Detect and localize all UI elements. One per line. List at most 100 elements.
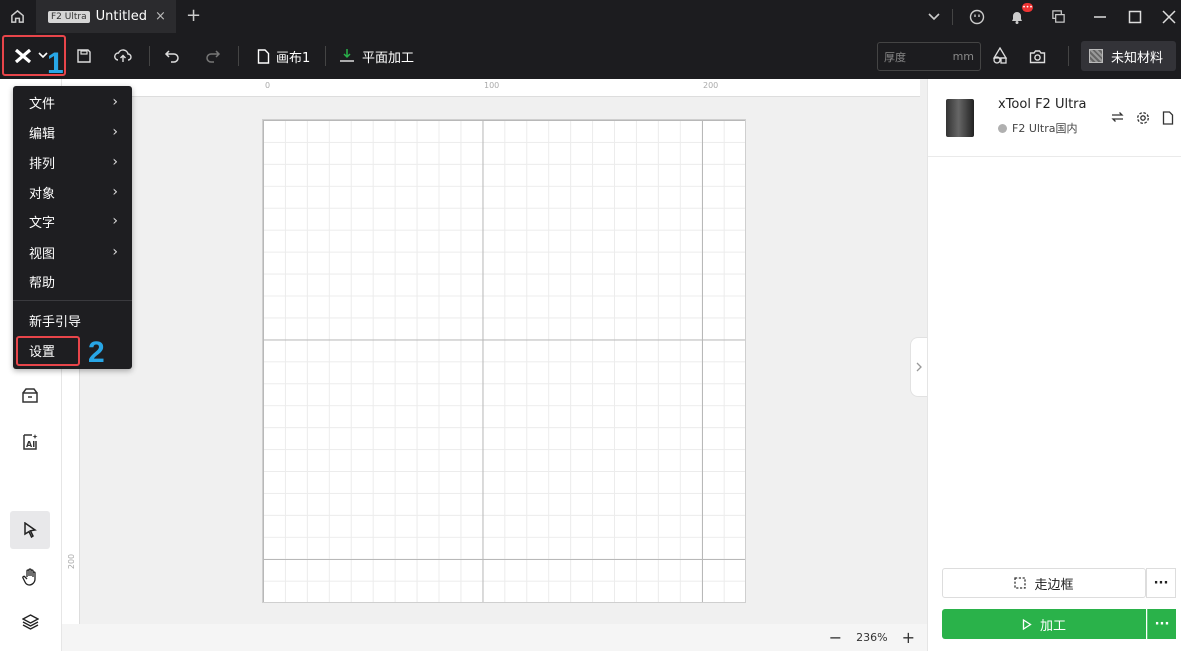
frame-button[interactable]: 走边框 — [942, 568, 1146, 598]
feedback-button[interactable] — [964, 0, 990, 33]
process-button[interactable]: 加工 — [942, 609, 1146, 639]
menu-item-label: 对象 — [29, 186, 56, 202]
menu-item-label: 视图 — [29, 246, 56, 262]
xtool-logo-icon — [14, 48, 32, 63]
menu-item-object[interactable]: 对象 › — [13, 177, 132, 207]
material-library-button[interactable] — [10, 376, 50, 414]
smiley-icon — [969, 9, 985, 24]
switch-device-icon[interactable] — [1111, 111, 1124, 123]
chevron-down-icon — [928, 12, 940, 20]
close-icon — [1162, 9, 1176, 24]
ai-image-button[interactable]: AI — [10, 423, 50, 461]
new-tab-button[interactable]: + — [186, 5, 201, 26]
laser-flat-icon — [340, 49, 354, 62]
measure-shapes-icon — [992, 47, 1008, 64]
settings-highlight — [16, 336, 80, 366]
device-name: xTool F2 Ultra — [998, 97, 1087, 112]
chevron-right-icon: › — [112, 213, 118, 229]
undo-button[interactable] — [164, 33, 180, 79]
work-area[interactable] — [262, 119, 746, 603]
right-panel: xTool F2 Ultra F2 Ultra国内 走边框 ··· 加工 ··· — [927, 79, 1181, 651]
step-1-annotation: 1 — [47, 47, 64, 80]
mode-label: 平面加工 — [362, 50, 415, 66]
panel-collapse-button[interactable] — [910, 337, 927, 397]
ruler-top: 0 100 200 — [62, 79, 920, 97]
windows-icon — [1051, 10, 1065, 23]
camera-icon — [1029, 49, 1046, 63]
process-more-button[interactable]: ··· — [1147, 609, 1176, 639]
cloud-upload-button[interactable] — [114, 33, 132, 79]
frame-label: 走边框 — [1034, 577, 1074, 593]
close-window-button[interactable] — [1157, 0, 1181, 33]
select-tool[interactable] — [10, 511, 50, 549]
save-button[interactable] — [76, 33, 92, 79]
zoom-control: − 236% + — [829, 628, 915, 647]
menu-item-view[interactable]: 视图 › — [13, 237, 132, 267]
device-file-icon[interactable] — [1162, 111, 1174, 125]
divider — [952, 9, 953, 25]
zoom-value: 236% — [856, 631, 888, 644]
thickness-input[interactable]: 厚度 mm — [877, 42, 981, 71]
auto-measure-button[interactable] — [991, 33, 1009, 79]
device-status-label: F2 Ultra国内 — [1012, 122, 1078, 135]
tab-close-button[interactable]: × — [155, 9, 166, 24]
document-icon — [257, 48, 270, 64]
material-label: 未知材料 — [1111, 50, 1164, 66]
chevron-right-icon: › — [112, 154, 118, 170]
thickness-placeholder: 厚度 — [884, 50, 906, 64]
zoom-in-button[interactable]: + — [902, 628, 915, 647]
undo-icon — [164, 50, 179, 63]
camera-button[interactable] — [1029, 33, 1046, 79]
canvas-area[interactable]: 0 100 200 200 − 236% + — [62, 79, 927, 651]
chevron-right-icon: › — [112, 124, 118, 140]
process-label: 加工 — [1039, 618, 1066, 634]
expand-button[interactable] — [922, 0, 946, 33]
ruler-tick-label: 100 — [484, 81, 500, 90]
layers-icon — [21, 614, 39, 630]
canvas-selector[interactable]: 画布1 — [257, 33, 310, 79]
box-icon — [22, 387, 38, 403]
menu-item-label: 帮助 — [29, 275, 56, 291]
menu-item-text[interactable]: 文字 › — [13, 206, 132, 236]
device-actions — [1111, 111, 1174, 125]
main-toolbar: 1 画布1 平面加工 厚度 mm 未知材料 — [0, 33, 1181, 80]
menu-item-file[interactable]: 文件 › — [13, 87, 132, 117]
ruler-tick-label: 200 — [67, 553, 77, 570]
layers-button[interactable] — [10, 603, 50, 641]
zoom-out-button[interactable]: − — [829, 628, 842, 647]
chevron-right-icon: › — [112, 184, 118, 200]
menu-item-arrange[interactable]: 排列 › — [13, 147, 132, 177]
minimize-button[interactable] — [1087, 0, 1113, 33]
menu-item-edit[interactable]: 编辑 › — [13, 117, 132, 147]
canvas-label: 画布1 — [276, 50, 311, 66]
menu-item-guide[interactable]: 新手引导 — [13, 305, 132, 335]
window-switch-button[interactable] — [1045, 0, 1071, 33]
menu-item-help[interactable]: 帮助 — [13, 266, 132, 296]
menu-item-label: 文字 — [29, 215, 56, 231]
processing-mode-selector[interactable]: 平面加工 — [338, 33, 414, 79]
hand-icon — [22, 568, 36, 586]
menu-item-label: 排列 — [29, 156, 56, 172]
home-button[interactable] — [0, 0, 34, 33]
material-selector[interactable]: 未知材料 — [1081, 41, 1176, 71]
maximize-icon — [1128, 10, 1142, 23]
svg-text:AI: AI — [26, 440, 35, 449]
notifications-button[interactable]: ••• — [1004, 0, 1033, 33]
home-icon — [10, 9, 24, 23]
divider — [149, 46, 150, 66]
ruler-tick-label: 0 — [265, 81, 271, 90]
chevron-right-icon — [916, 362, 922, 372]
divider — [1068, 46, 1069, 66]
document-tab[interactable]: F2 Ultra Untitled × — [36, 0, 176, 33]
redo-button[interactable] — [205, 33, 221, 79]
material-swatch-icon — [1089, 49, 1103, 63]
minimize-icon — [1094, 15, 1106, 18]
menu-item-label: 编辑 — [29, 126, 56, 142]
hand-tool[interactable] — [10, 558, 50, 596]
thickness-unit: mm — [952, 50, 974, 63]
device-settings-icon[interactable] — [1136, 111, 1150, 125]
frame-more-button[interactable]: ··· — [1146, 568, 1176, 598]
zoom-bar: − 236% + — [62, 624, 927, 651]
play-icon — [1022, 618, 1032, 630]
maximize-button[interactable] — [1122, 0, 1148, 33]
